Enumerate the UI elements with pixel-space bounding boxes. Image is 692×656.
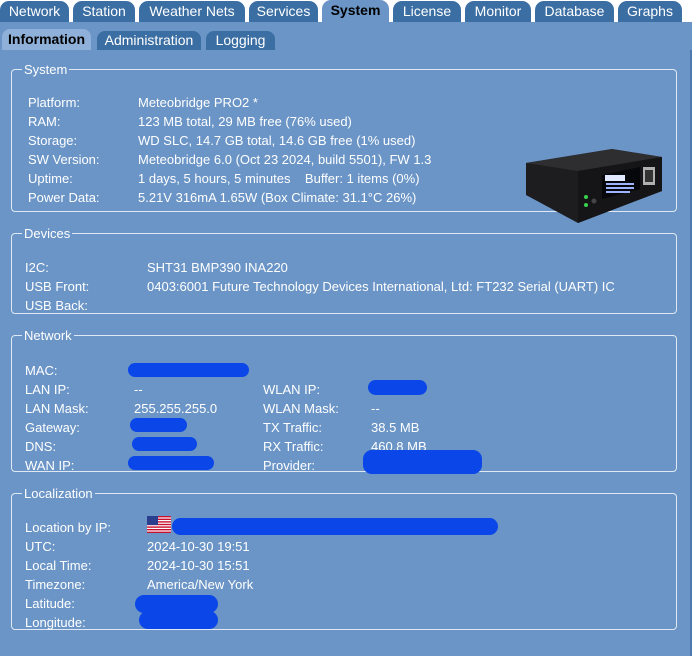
system-label: RAM: [28,114,61,129]
tab-station[interactable]: Station [73,1,135,22]
network-row: MAC: [12,361,676,380]
tab-network[interactable]: Network [0,1,69,22]
localization-label: Timezone: [25,577,86,592]
localization-value: America/New York [147,577,254,592]
tab-services[interactable]: Services [249,1,318,22]
localization-row-local-time: Local Time: 2024-10-30 15:51 [12,556,676,575]
network-label: TX Traffic: [263,420,322,435]
sub-tab-bar: Information Administration Logging [0,22,692,50]
tab-database[interactable]: Database [535,1,614,22]
network-label: Provider: [263,458,316,473]
redaction-longitude [139,611,218,629]
tab-weather-nets[interactable]: Weather Nets [139,1,245,22]
devices-row-usb-front: USB Front: 0403:6001 Future Technology D… [12,277,676,296]
network-label: Gateway: [25,420,80,435]
system-label: SW Version: [28,152,100,167]
localization-row-timezone: Timezone: America/New York [12,575,676,594]
network-value: 38.5 MB [371,420,420,435]
devices-label: USB Front: [25,279,90,294]
localization-label: UTC: [25,539,56,554]
subtab-logging[interactable]: Logging [206,31,275,50]
devices-legend: Devices [24,226,71,241]
main-panel: System Platform: Meteobridge PRO2 * RAM:… [0,50,692,656]
localization-value: 2024-10-30 15:51 [147,558,250,573]
localization-label: Local Time: [25,558,92,573]
network-row: LAN IP: -- WLAN IP: [12,380,676,399]
devices-section: Devices I2C: SHT31 BMP390 INA220 USB Fro… [11,226,677,314]
subtab-information[interactable]: Information [2,29,91,50]
tab-license[interactable]: License [393,1,461,22]
system-value: Meteobridge 6.0 (Oct 23 2024, build 5501… [138,152,432,167]
system-row-ram: RAM: 123 MB total, 29 MB free (76% used) [12,112,676,131]
system-value: Meteobridge PRO2 * [138,95,258,110]
localization-value: 2024-10-30 19:51 [147,539,250,554]
localization-section: Localization Location by IP: UTC: 2024-1… [11,486,677,630]
devices-row-i2c: I2C: SHT31 BMP390 INA220 [12,258,676,277]
tab-system[interactable]: System [322,0,389,22]
devices-label: USB Back: [25,298,88,313]
system-row-platform: Platform: Meteobridge PRO2 * [12,93,676,112]
network-value: -- [371,401,380,416]
localization-label: Latitude: [25,596,75,611]
network-value: 255.255.255.0 [134,401,218,416]
network-row: Gateway: TX Traffic: 38.5 MB [12,418,676,437]
us-flag-icon [147,516,171,533]
network-label: WAN IP: [25,458,75,473]
localization-label: Location by IP: [25,520,111,535]
network-label: MAC: [25,363,58,378]
localization-row-latitude: Latitude: [12,594,676,613]
system-value: WD SLC, 14.7 GB total, 14.6 GB free (1% … [138,133,416,148]
system-legend: System [24,62,68,77]
tab-monitor[interactable]: Monitor [465,1,531,22]
network-value: -- [134,382,143,397]
tab-graphs[interactable]: Graphs [618,1,682,22]
localization-row-utc: UTC: 2024-10-30 19:51 [12,537,676,556]
devices-label: I2C: [25,260,49,275]
meteobridge-device-image [526,149,662,223]
localization-row-longitude: Longitude: [12,613,676,632]
redaction-wan-ip [128,456,214,470]
system-value: 123 MB total, 29 MB free (76% used) [138,114,352,129]
network-row: WAN IP: Provider: [12,456,676,475]
localization-label: Longitude: [25,615,86,630]
devices-row-usb-back: USB Back: [12,296,676,315]
network-row: LAN Mask: 255.255.255.0 WLAN Mask: -- [12,399,676,418]
system-value: 1 days, 5 hours, 5 minutes Buffer: 1 ite… [138,171,420,186]
system-label: Power Data: [28,190,100,205]
system-value: 5.21V 316mA 1.65W (Box Climate: 31.1°C 2… [138,190,417,205]
redaction-location [172,518,498,535]
network-label: WLAN Mask: [263,401,339,416]
redaction-dns [132,437,197,451]
network-label: WLAN IP: [263,382,321,397]
devices-value: SHT31 BMP390 INA220 [147,260,288,275]
redaction-mac [128,363,249,377]
network-section: Network MAC: LAN IP: -- WLAN IP: LAN Mas… [11,328,677,475]
system-label: Uptime: [28,171,73,186]
main-tab-bar: Network Station Weather Nets Services Sy… [0,0,692,22]
network-label: LAN Mask: [25,401,89,416]
redaction-gateway [130,418,187,432]
network-label: RX Traffic: [263,439,324,454]
devices-value: 0403:6001 Future Technology Devices Inte… [147,279,615,294]
redaction-provider [363,450,482,474]
system-label: Platform: [28,95,81,110]
subtab-administration[interactable]: Administration [97,31,201,50]
system-label: Storage: [28,133,78,148]
network-legend: Network [24,328,72,343]
network-label: LAN IP: [25,382,70,397]
network-row: DNS: RX Traffic: 460.8 MB [12,437,676,456]
redaction-wlan-ip [368,380,427,395]
localization-legend: Localization [24,486,93,501]
network-label: DNS: [25,439,57,454]
